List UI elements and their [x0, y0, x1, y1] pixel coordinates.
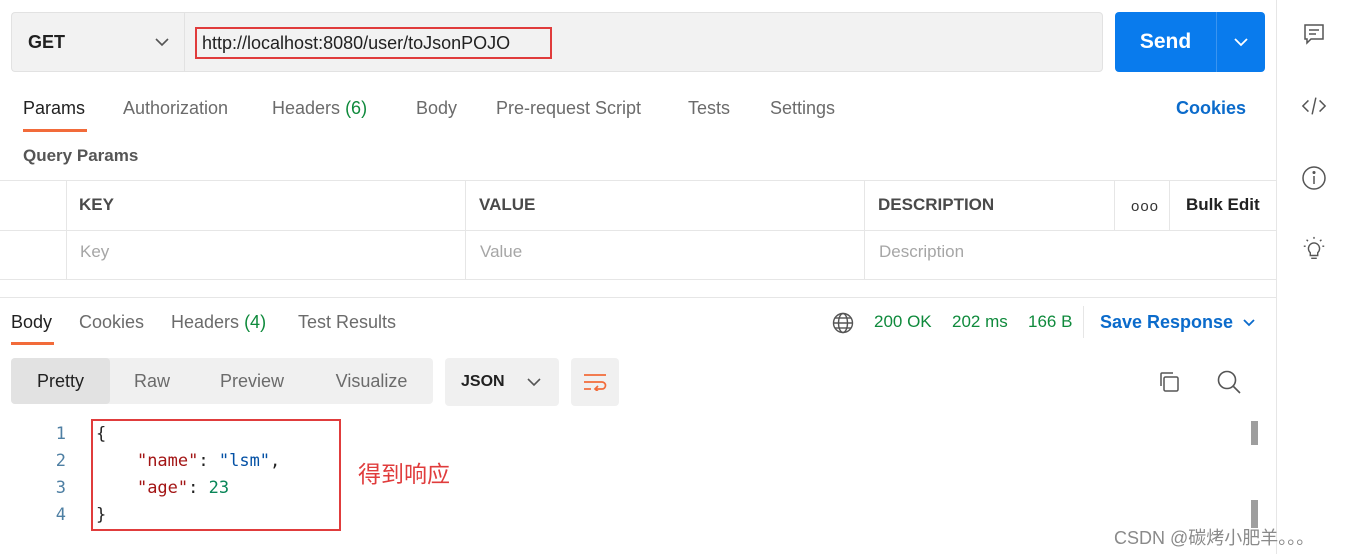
- tab-label: Cookies: [79, 312, 145, 332]
- globe-icon[interactable]: [831, 311, 855, 335]
- response-divider: [0, 297, 1276, 298]
- tab-headers[interactable]: Headers (6): [272, 98, 367, 119]
- response-size[interactable]: 166 B: [1028, 312, 1072, 332]
- comment-icon[interactable]: [1301, 21, 1327, 47]
- send-label: Send: [1139, 30, 1192, 53]
- tab-label: Headers: [171, 312, 240, 332]
- query-params-title: Query Params: [23, 146, 139, 165]
- column-header-key: KEY: [79, 195, 114, 214]
- view-raw-button[interactable]: Raw: [110, 358, 194, 404]
- url-input[interactable]: http://localhost:8080/user/toJsonPOJO: [195, 27, 552, 59]
- chevron-down-icon: [527, 377, 541, 387]
- table-col-divider: [1169, 180, 1170, 230]
- tab-label: Authorization: [123, 98, 229, 118]
- tab-authorization[interactable]: Authorization: [123, 98, 228, 119]
- tab-label: Test Results: [298, 312, 397, 332]
- line-number: 3: [55, 478, 66, 498]
- save-response-button[interactable]: Save Response: [1100, 312, 1255, 333]
- save-response-label: Save Response: [1100, 312, 1234, 332]
- bulk-edit-button[interactable]: Bulk Edit: [1186, 195, 1260, 215]
- send-options-chevron-icon[interactable]: [1217, 37, 1265, 47]
- tab-body[interactable]: Body: [416, 98, 457, 119]
- highlight-box: [91, 419, 341, 531]
- response-tab-headers[interactable]: Headers (4): [171, 312, 266, 333]
- tab-count: (6): [345, 98, 368, 118]
- table-border-bottom: [0, 279, 1276, 280]
- method-label: GET: [28, 31, 66, 52]
- lightbulb-icon[interactable]: [1301, 236, 1327, 262]
- tab-tests[interactable]: Tests: [688, 98, 730, 119]
- value-input[interactable]: Value: [480, 242, 522, 262]
- url-bar[interactable]: http://localhost:8080/user/toJsonPOJO: [184, 12, 1103, 72]
- right-sidebar: [1276, 0, 1349, 554]
- format-label: JSON: [461, 373, 505, 390]
- line-number: 2: [55, 451, 66, 471]
- info-icon[interactable]: [1301, 165, 1327, 191]
- view-visualize-button[interactable]: Visualize: [310, 358, 433, 404]
- description-input[interactable]: Description: [879, 242, 964, 262]
- format-select[interactable]: JSON: [445, 358, 559, 406]
- wrap-lines-icon: [583, 373, 607, 391]
- code-icon[interactable]: [1301, 93, 1327, 119]
- column-header-value: VALUE: [479, 195, 536, 214]
- chevron-down-icon: [1243, 318, 1255, 327]
- copy-icon[interactable]: [1157, 370, 1181, 394]
- method-select[interactable]: GET: [11, 12, 185, 72]
- active-tab-indicator: [23, 129, 87, 132]
- tab-label: Body: [416, 98, 458, 118]
- active-response-tab-indicator: [11, 342, 54, 345]
- chevron-down-icon: [155, 37, 169, 47]
- wrap-lines-button[interactable]: [571, 358, 619, 406]
- tab-count: (4): [244, 312, 267, 332]
- more-options-button[interactable]: ooo: [1131, 198, 1159, 215]
- scrollbar-thumb[interactable]: [1251, 421, 1258, 445]
- table-col-divider: [465, 180, 466, 280]
- status-code[interactable]: 200 OK: [874, 312, 932, 332]
- response-tab-test-results[interactable]: Test Results: [298, 312, 396, 333]
- tab-pre-request-script[interactable]: Pre-request Script: [496, 98, 641, 119]
- view-mode-group: Pretty Raw Preview Visualize: [11, 358, 433, 404]
- tab-label: Params: [23, 98, 86, 118]
- table-col-divider: [864, 180, 865, 280]
- line-number: 4: [55, 505, 66, 525]
- table-border-mid: [0, 230, 1276, 231]
- view-preview-button[interactable]: Preview: [194, 358, 310, 404]
- watermark: CSDN @碳烤小肥羊。。。: [1114, 528, 1315, 548]
- table-border-top: [0, 180, 1276, 181]
- key-input[interactable]: Key: [80, 242, 109, 262]
- tab-label: Settings: [770, 98, 836, 118]
- table-col-divider: [66, 180, 67, 280]
- column-header-description: DESCRIPTION: [878, 195, 995, 214]
- status-divider: [1083, 306, 1084, 338]
- tab-label: Pre-request Script: [496, 98, 642, 118]
- response-tab-body[interactable]: Body: [11, 312, 52, 333]
- tab-label: Tests: [688, 98, 731, 118]
- tab-label: Headers: [272, 98, 341, 118]
- search-icon[interactable]: [1216, 369, 1242, 395]
- tab-settings[interactable]: Settings: [770, 98, 835, 119]
- response-tab-cookies[interactable]: Cookies: [79, 312, 144, 333]
- cookies-link[interactable]: Cookies: [1176, 98, 1246, 119]
- table-col-divider: [1114, 180, 1115, 230]
- tab-params[interactable]: Params: [23, 98, 85, 119]
- line-number: 1: [55, 424, 66, 444]
- annotation-text: 得到响应: [358, 461, 450, 487]
- response-time[interactable]: 202 ms: [952, 312, 1008, 332]
- send-button[interactable]: Send: [1115, 12, 1265, 72]
- view-pretty-button[interactable]: Pretty: [11, 358, 110, 404]
- tab-label: Body: [11, 312, 53, 332]
